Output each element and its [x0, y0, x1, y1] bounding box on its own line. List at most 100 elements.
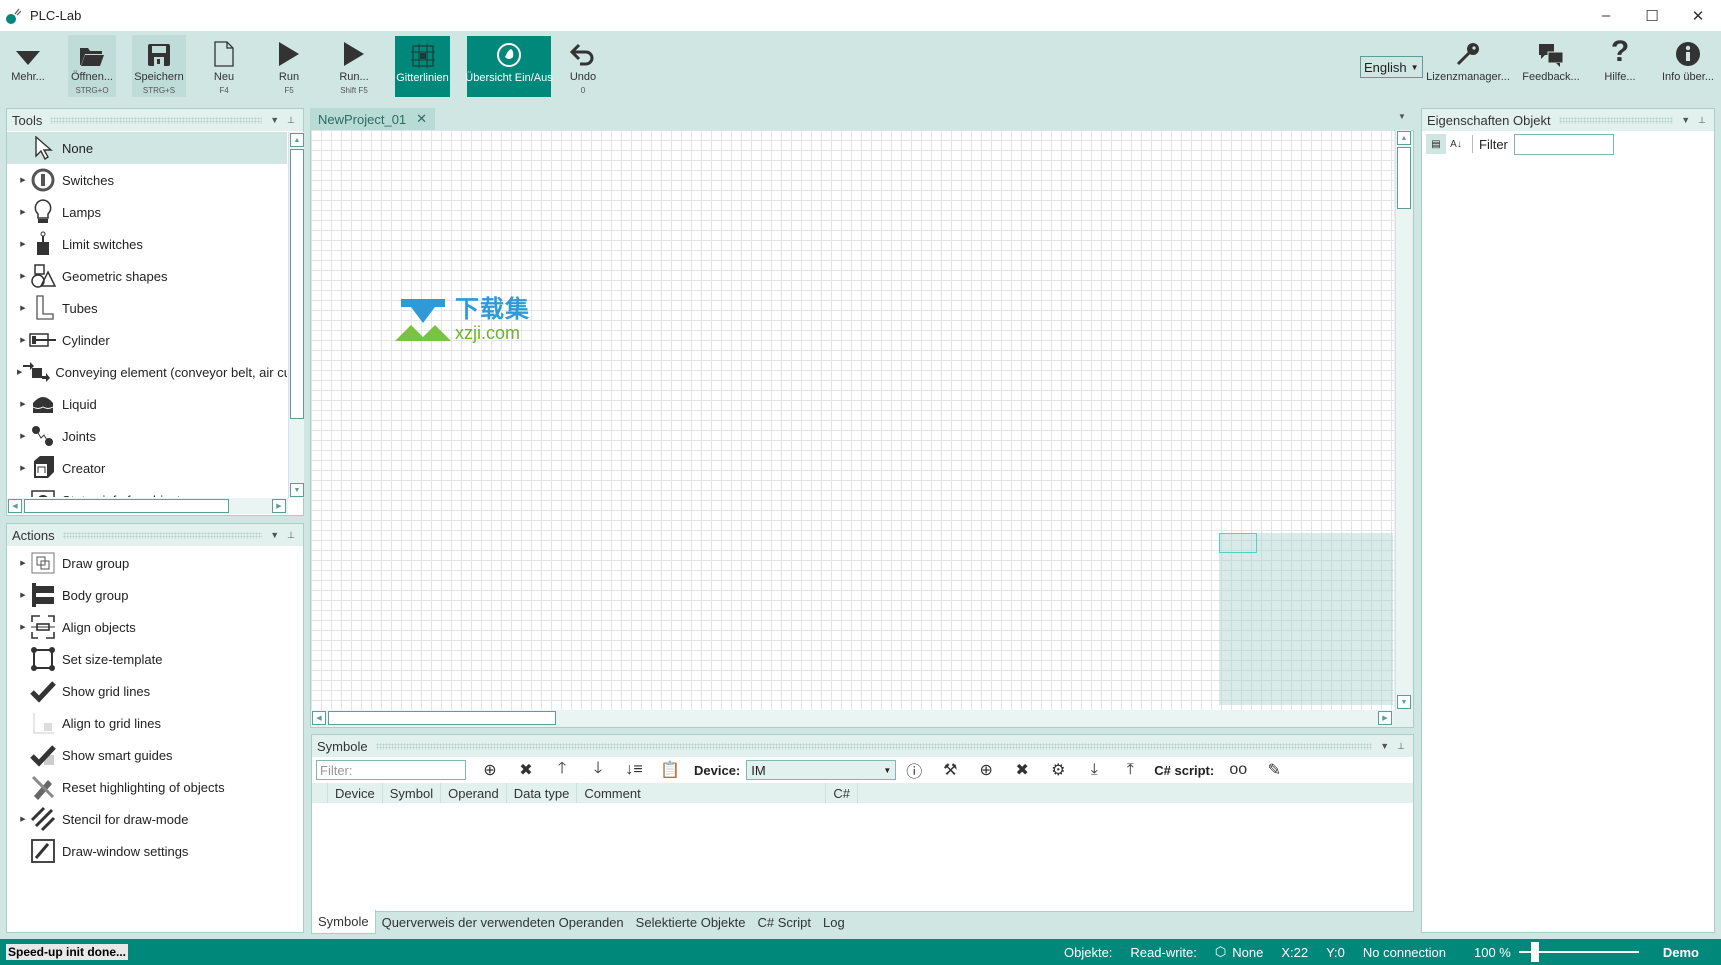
delete-device-icon[interactable]: ✖ [1004, 760, 1040, 780]
clipboard-edit-icon[interactable]: 📋 [652, 760, 688, 780]
column-csharp[interactable]: C# [826, 783, 859, 803]
column-symbol[interactable]: Symbol [383, 783, 442, 803]
scroll-thumb[interactable] [290, 149, 304, 419]
arrow-down-icon[interactable]: 🡓 [580, 757, 616, 784]
export-icon[interactable]: ⤒ [1112, 761, 1148, 779]
license-manager-button[interactable]: Lizenzmanager... [1426, 35, 1510, 97]
delete-icon[interactable]: ✖ [508, 760, 544, 780]
pen-edit-icon[interactable]: ✎ [1256, 760, 1292, 780]
overview-navigator[interactable] [1219, 533, 1393, 705]
add-circle-icon[interactable]: ⊕ [472, 760, 508, 780]
tools-item[interactable]: ▶ Conveying element (conveyor belt, air c… [7, 356, 287, 388]
panel-menu-icon[interactable]: ▼ [1380, 741, 1389, 751]
tools-item[interactable]: ▶ Tubes [7, 292, 287, 324]
column-device[interactable]: Device [328, 783, 383, 803]
save-button[interactable]: Speichern STRG+S [132, 35, 186, 97]
language-select[interactable]: English ▼ [1360, 56, 1423, 78]
tools-icon[interactable]: ⚒ [932, 760, 968, 780]
canvas-vertical-scrollbar[interactable]: ▲ ▼ [1395, 130, 1411, 710]
zoom-slider-knob[interactable] [1530, 942, 1539, 962]
actions-item[interactable]: Draw-window settings [7, 835, 303, 867]
expand-arrow-icon[interactable]: ▶ [17, 272, 29, 280]
pin-icon[interactable]: ⊥ [287, 115, 295, 126]
scroll-up-icon[interactable]: ▲ [1397, 131, 1411, 145]
expand-arrow-icon[interactable]: ▶ [17, 432, 29, 440]
column-operand[interactable]: Operand [441, 783, 507, 803]
tab-selected-objects[interactable]: Selektierte Objekte [630, 910, 752, 934]
expand-arrow-icon[interactable]: ▶ [17, 400, 29, 408]
tab-list-dropdown-icon[interactable]: ▼ [1398, 112, 1406, 121]
panel-menu-icon[interactable]: ▼ [270, 530, 279, 540]
actions-item[interactable]: Set size-template [7, 643, 303, 675]
pin-icon[interactable]: ⊥ [1698, 115, 1706, 126]
canvas-horizontal-scrollbar[interactable]: ◀ ▶ [311, 710, 1394, 726]
tab-newproject[interactable]: NewProject_01 ✕ [310, 108, 436, 130]
tools-horizontal-scrollbar[interactable]: ◀ ▶ [7, 498, 288, 514]
tab-csharp-script[interactable]: C# Script [752, 910, 817, 934]
undo-button[interactable]: Undo 0 [565, 35, 601, 97]
scroll-left-icon[interactable]: ◀ [8, 499, 22, 513]
tools-item[interactable]: ▶ Geometric shapes [7, 260, 287, 292]
overview-viewport[interactable] [1219, 533, 1257, 553]
tools-item[interactable]: ▶ Limit switches [7, 228, 287, 260]
actions-item[interactable]: ▶ Stencil for draw-mode [7, 803, 303, 835]
expand-arrow-icon[interactable]: ▶ [17, 240, 29, 248]
new-button[interactable]: Neu F4 [205, 35, 243, 97]
zoom-slider[interactable] [1518, 942, 1639, 962]
scroll-right-icon[interactable]: ▶ [1378, 711, 1392, 725]
actions-item[interactable]: Show smart guides [7, 739, 303, 771]
sort-alpha-icon[interactable]: A↓ [1446, 134, 1466, 154]
network-devices-icon[interactable]: ⚙ [1040, 760, 1076, 780]
scroll-down-icon[interactable]: ▼ [290, 483, 304, 497]
tab-symbole[interactable]: Symbole [311, 910, 376, 934]
expand-arrow-icon[interactable]: ▶ [17, 464, 29, 472]
feedback-button[interactable]: Feedback... [1522, 35, 1580, 97]
symbols-filter-input[interactable]: Filter: [316, 760, 466, 780]
actions-item[interactable]: ▶ Draw group [7, 547, 303, 579]
properties-filter-input[interactable] [1513, 133, 1614, 155]
expand-arrow-icon[interactable]: ▶ [17, 336, 29, 344]
run-button[interactable]: Run F5 [270, 35, 308, 97]
maximize-button[interactable]: ☐ [1629, 0, 1675, 31]
tools-item[interactable]: ▶ Switches [7, 164, 287, 196]
add-device-icon[interactable]: ⊕ [968, 760, 1004, 780]
tools-item[interactable]: ▶ Creator [7, 452, 287, 484]
import-icon[interactable]: ⤓ [1076, 761, 1112, 779]
expand-arrow-icon[interactable]: ▶ [17, 591, 29, 599]
expand-arrow-icon[interactable]: ▶ [17, 496, 29, 497]
scroll-thumb[interactable] [24, 499, 229, 513]
panel-menu-icon[interactable]: ▼ [270, 115, 279, 125]
scroll-thumb[interactable] [1397, 147, 1411, 209]
scroll-up-icon[interactable]: ▲ [290, 133, 304, 147]
expand-arrow-icon[interactable]: ▶ [17, 176, 29, 184]
run-dialog-button[interactable]: Run... Shift F5 [334, 35, 374, 97]
pin-icon[interactable]: ⊥ [1397, 741, 1405, 752]
tools-item[interactable]: ▶ Status info for objects [7, 484, 287, 497]
actions-item[interactable]: Reset highlighting of objects [7, 771, 303, 803]
column-data-type[interactable]: Data type [507, 783, 578, 803]
overview-toggle[interactable]: Übersicht Ein/Aus [465, 36, 553, 97]
close-button[interactable]: ✕ [1675, 0, 1721, 31]
column-comment[interactable]: Comment [577, 783, 827, 803]
sort-icon[interactable]: ↓≡ [616, 761, 652, 779]
arrow-up-icon[interactable]: 🡑 [544, 757, 580, 784]
pin-icon[interactable]: ⊥ [287, 530, 295, 541]
info-icon[interactable]: ⓘ [896, 758, 932, 782]
actions-item[interactable]: ▶ Align objects [7, 611, 303, 643]
close-tab-icon[interactable]: ✕ [416, 111, 427, 127]
tab-log[interactable]: Log [817, 910, 851, 934]
tools-vertical-scrollbar[interactable]: ▲ ▼ [288, 132, 304, 498]
scroll-left-icon[interactable]: ◀ [312, 711, 326, 725]
more-button[interactable]: Mehr... [6, 35, 50, 97]
drawing-canvas[interactable]: 下载集 xzji.com [311, 130, 1394, 710]
expand-arrow-icon[interactable]: ▶ [17, 559, 29, 567]
tools-item[interactable]: ▶ Joints [7, 420, 287, 452]
scroll-thumb[interactable] [328, 711, 556, 725]
actions-item[interactable]: ▶ Body group [7, 579, 303, 611]
gridlines-toggle[interactable]: Gitterlinien [395, 36, 450, 97]
open-button[interactable]: Öffnen... STRG+O [68, 35, 116, 97]
about-button[interactable]: Info über... [1660, 35, 1716, 97]
actions-item[interactable]: Show grid lines [7, 675, 303, 707]
help-button[interactable]: ? Hilfe... [1597, 35, 1643, 97]
expand-arrow-icon[interactable]: ▶ [17, 815, 29, 823]
